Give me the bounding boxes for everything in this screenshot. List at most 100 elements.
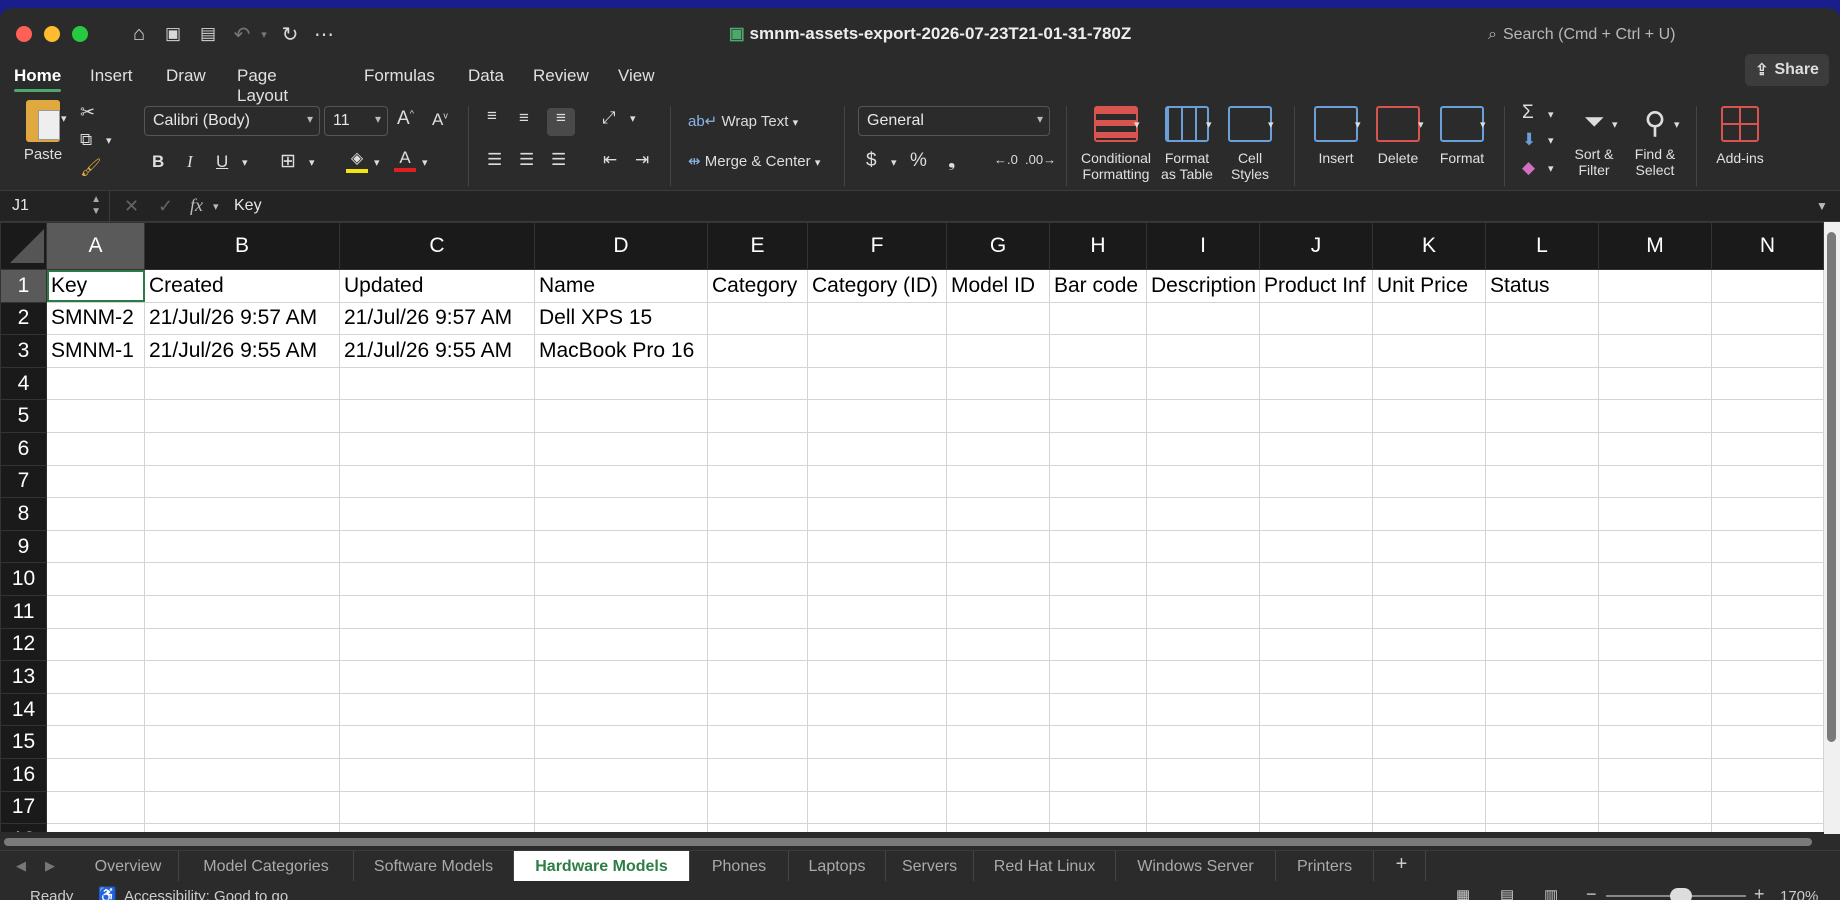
cell-l13[interactable] [1485,660,1599,694]
cell-n6[interactable] [1711,431,1824,466]
paste-dropdown-icon[interactable]: ▾ [61,112,67,125]
cell-j16[interactable] [1259,757,1373,792]
align-bottom-icon[interactable]: ≡ [547,108,575,136]
cell-g12[interactable] [946,627,1050,662]
format-cells-dropdown-icon[interactable]: ▾ [1480,118,1486,131]
sheet-tab-servers[interactable]: Servers [886,851,974,881]
cell-e2[interactable] [707,301,808,336]
cell-f18[interactable] [807,823,947,832]
cell-c12[interactable] [339,627,535,662]
cell-m11[interactable] [1598,594,1712,629]
page-break-view-icon[interactable]: ▥ [1544,886,1558,900]
cell-d4[interactable] [534,366,708,401]
cell-m7[interactable] [1598,464,1712,499]
sheet-tab-overview[interactable]: Overview [78,851,179,881]
cell-d6[interactable] [534,431,708,466]
cell-m6[interactable] [1598,431,1712,466]
cell-m3[interactable] [1598,334,1712,368]
cell-h6[interactable] [1049,431,1147,466]
cell-k5[interactable] [1372,399,1486,433]
row-header[interactable]: 11 [0,594,47,629]
search-field[interactable]: ⌕ Search (Cmd + Ctrl + U) [1488,26,1675,44]
cell-n3[interactable] [1711,334,1824,368]
row-header[interactable]: 15 [0,725,47,759]
wrap-text-button[interactable]: ab↵ Wrap Text ▾ [688,112,798,130]
cell-h9[interactable] [1049,529,1147,564]
cell-k11[interactable] [1372,594,1486,629]
cell-m8[interactable] [1598,497,1712,531]
cell-d2[interactable]: Dell XPS 15 [534,301,708,336]
row-header[interactable]: 18 [0,823,47,832]
cell-j3[interactable] [1259,334,1373,368]
minimize-window-button[interactable] [44,26,60,42]
cell-k14[interactable] [1372,692,1486,727]
cell-n11[interactable] [1711,594,1824,629]
cell-l14[interactable] [1485,692,1599,727]
cell-d5[interactable] [534,399,708,433]
cell-l15[interactable] [1485,725,1599,759]
cell-i14[interactable] [1146,692,1260,727]
delete-cells-button[interactable]: Delete [1366,106,1430,166]
cell-h8[interactable] [1049,497,1147,531]
tab-view[interactable]: View [618,60,655,86]
cell-j9[interactable] [1259,529,1373,564]
cell-i8[interactable] [1146,497,1260,531]
cell-f15[interactable] [807,725,947,759]
cell-j4[interactable] [1259,366,1373,401]
cell-f7[interactable] [807,464,947,499]
cell-j1[interactable]: Product Inf [1259,269,1373,303]
conditional-formatting-dropdown-icon[interactable]: ▾ [1134,118,1140,131]
cell-n4[interactable] [1711,366,1824,401]
cell-m15[interactable] [1598,725,1712,759]
cell-c11[interactable] [339,594,535,629]
cell-d17[interactable] [534,790,708,825]
cell-b17[interactable] [144,790,340,825]
cell-c6[interactable] [339,431,535,466]
cell-i7[interactable] [1146,464,1260,499]
cell-k15[interactable] [1372,725,1486,759]
cell-d16[interactable] [534,757,708,792]
cell-m1[interactable] [1598,269,1712,303]
cell-m12[interactable] [1598,627,1712,662]
vertical-scrollbar[interactable] [1824,222,1840,834]
cell-h11[interactable] [1049,594,1147,629]
zoom-level[interactable]: 170% [1780,888,1818,900]
cell-e10[interactable] [707,562,808,596]
cell-n1[interactable] [1711,269,1824,303]
cell-b3[interactable]: 21/Jul/26 9:55 AM [144,334,340,368]
cell-h14[interactable] [1049,692,1147,727]
cell-l8[interactable] [1485,497,1599,531]
cell-g15[interactable] [946,725,1050,759]
cell-g3[interactable] [946,334,1050,368]
increase-decimal-icon[interactable]: ←.0 [994,152,1018,167]
cell-i16[interactable] [1146,757,1260,792]
cell-h12[interactable] [1049,627,1147,662]
row-header[interactable]: 16 [0,757,47,792]
cell-n2[interactable] [1711,301,1824,336]
currency-dropdown-icon[interactable]: ▾ [891,156,897,169]
horizontal-scrollbar[interactable] [0,834,1824,848]
row-header[interactable]: 12 [0,627,47,662]
cell-k4[interactable] [1372,366,1486,401]
cell-j14[interactable] [1259,692,1373,727]
decrease-decimal-icon[interactable]: .00→ [1025,152,1056,167]
cell-h7[interactable] [1049,464,1147,499]
accessibility-status[interactable]: Accessibility: Good to go [124,888,288,900]
cell-a1[interactable]: Key [46,269,145,303]
align-left-icon[interactable]: ☰ [487,150,502,170]
cell-g13[interactable] [946,660,1050,694]
tab-data[interactable]: Data [468,60,504,86]
cell-f16[interactable] [807,757,947,792]
column-header-e[interactable]: E [707,222,808,270]
cell-e8[interactable] [707,497,808,531]
confirm-formula-icon[interactable]: ✓ [158,196,173,217]
cell-c7[interactable] [339,464,535,499]
cell-b10[interactable] [144,562,340,596]
borders-dropdown-icon[interactable]: ▾ [309,156,315,169]
cell-k6[interactable] [1372,431,1486,466]
cell-i9[interactable] [1146,529,1260,564]
cell-l5[interactable] [1485,399,1599,433]
cell-b1[interactable]: Created [144,269,340,303]
cell-g6[interactable] [946,431,1050,466]
column-header-g[interactable]: G [946,222,1050,270]
